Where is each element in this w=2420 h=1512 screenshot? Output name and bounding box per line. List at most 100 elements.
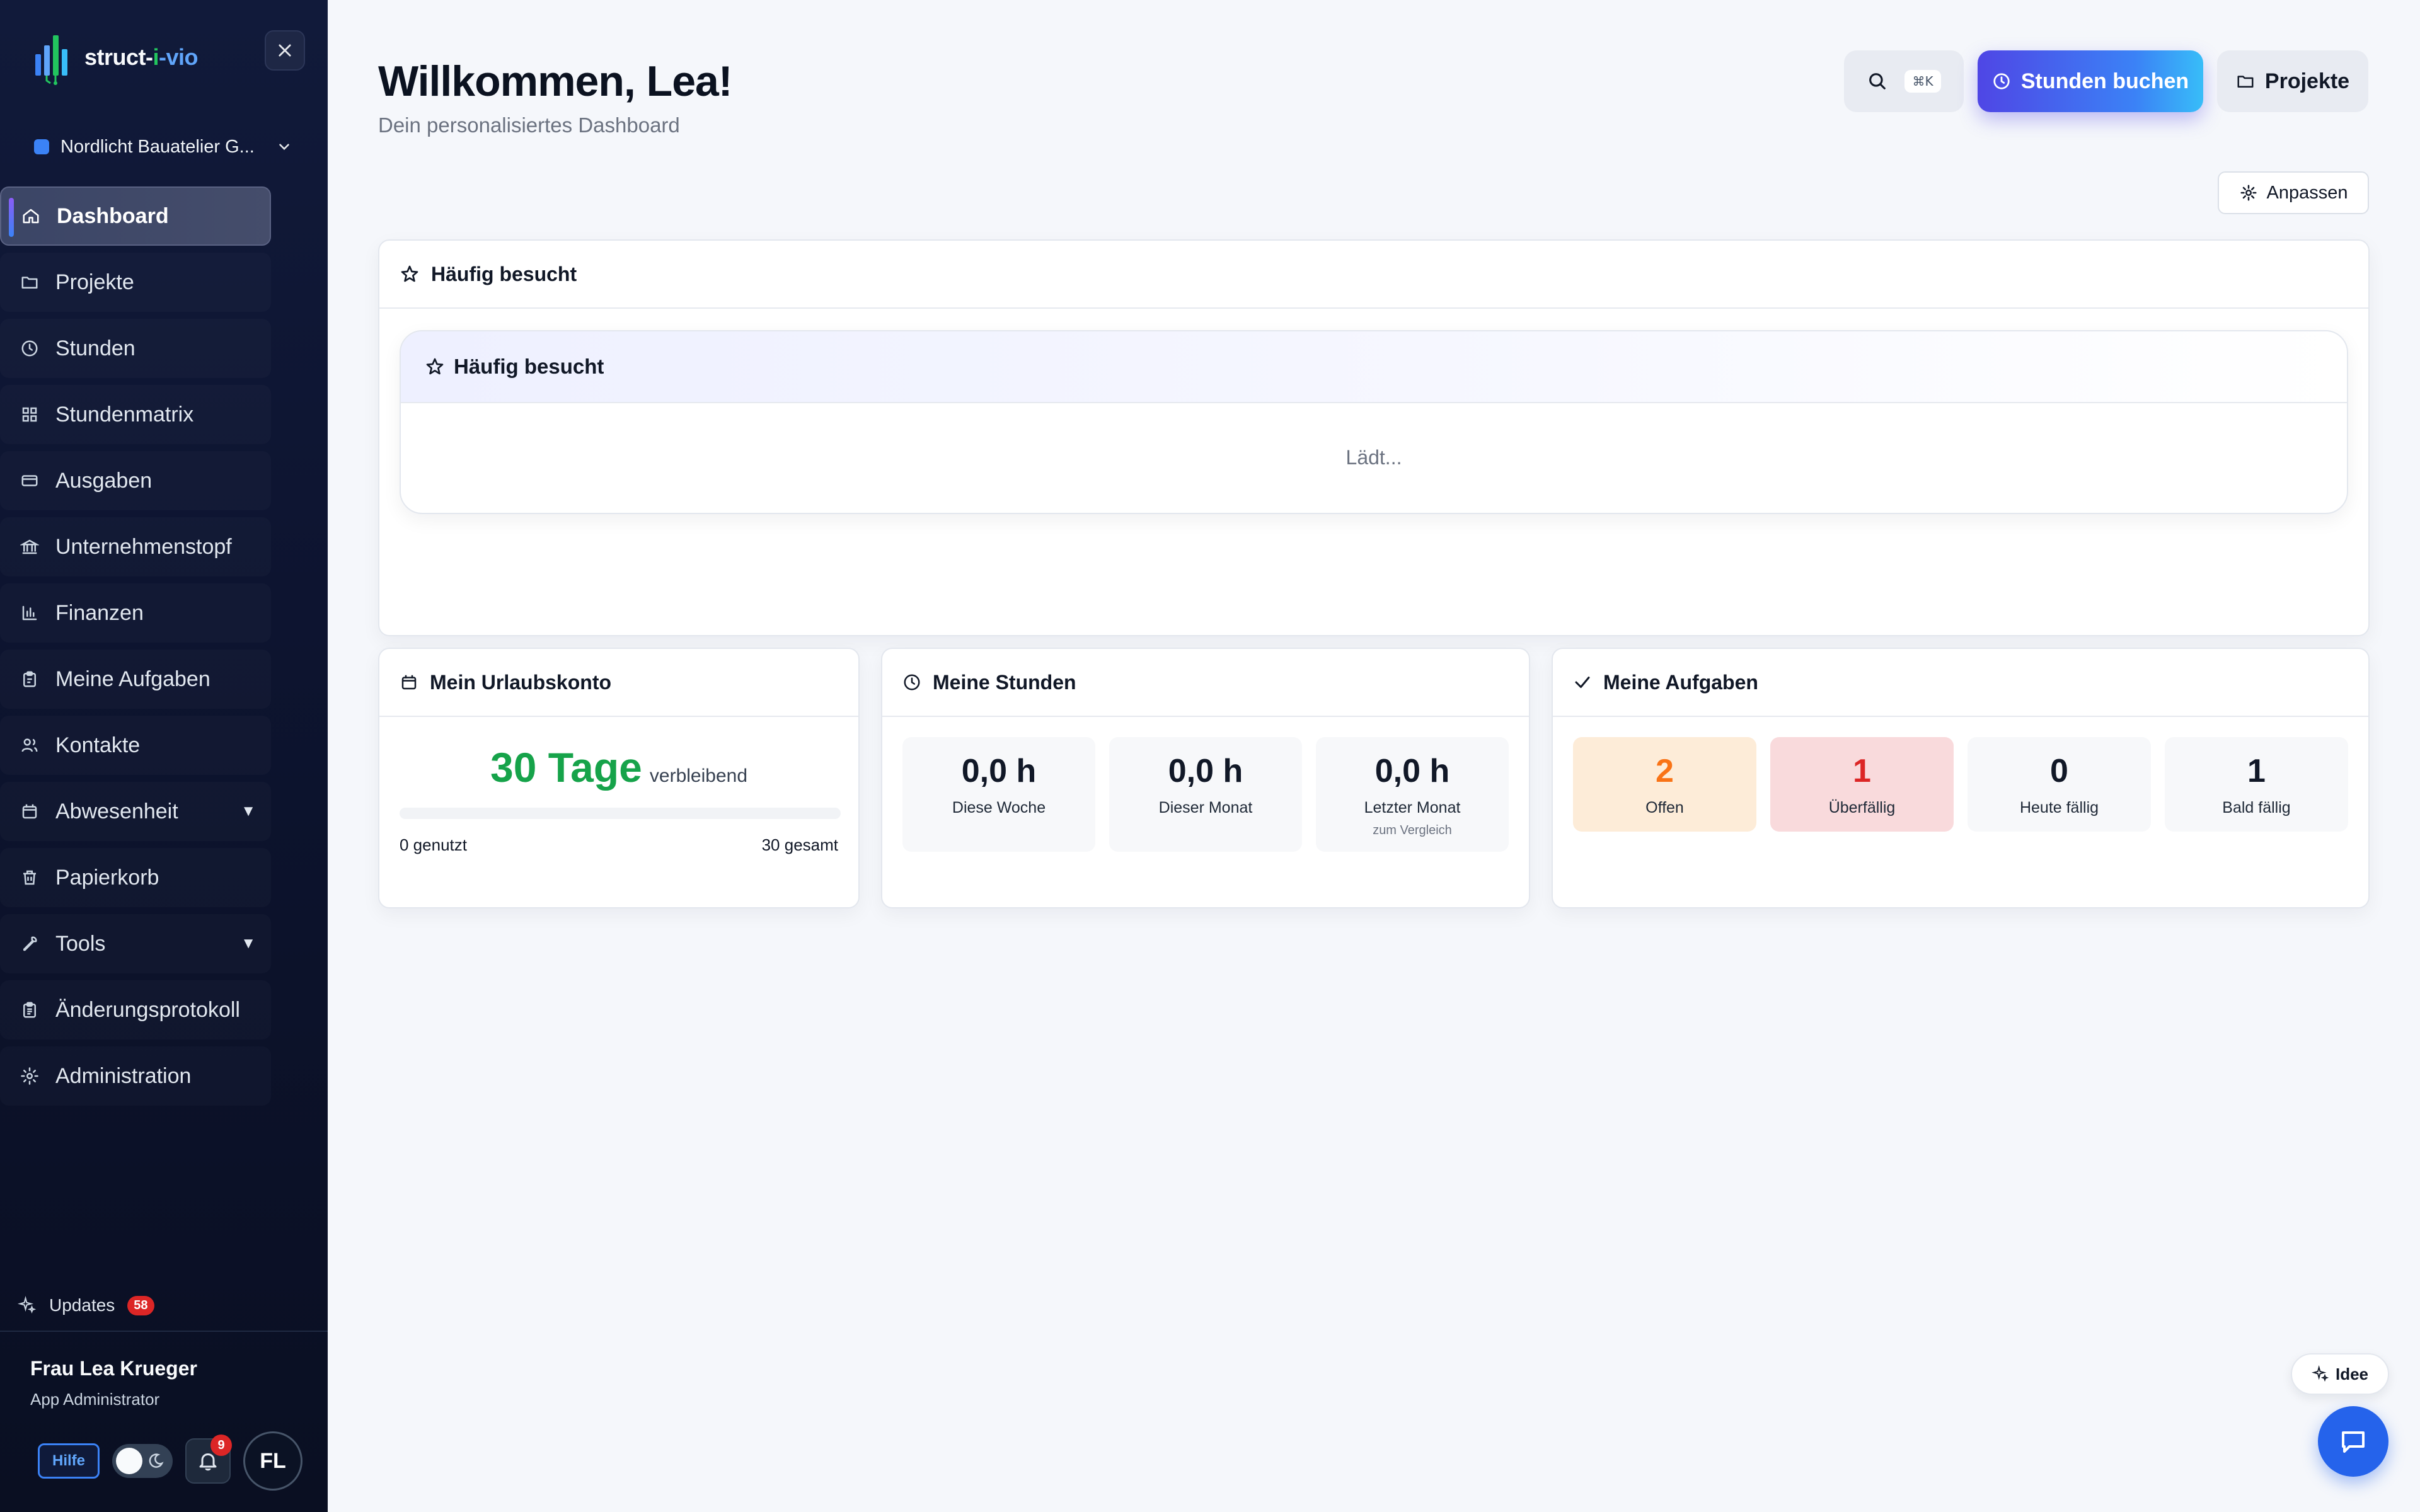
nav-label: Dashboard (57, 203, 169, 228)
clipboard-list-icon (20, 1000, 39, 1019)
stat-value: 1 (2247, 753, 2266, 789)
card-header: Meine Aufgaben (1553, 649, 2368, 717)
nav-item-tools[interactable]: Tools ▼ (0, 914, 271, 973)
home-icon (21, 207, 40, 226)
help-button[interactable]: Hilfe (38, 1443, 100, 1479)
customize-button[interactable]: Anpassen (2218, 171, 2369, 214)
chevron-down-icon (279, 144, 289, 151)
close-icon (279, 44, 291, 57)
check-icon (1575, 677, 1590, 688)
card-header: Meine Stunden (882, 649, 1529, 717)
stat-label: Letzter Monat (1364, 799, 1461, 816)
nav-item-finanzen[interactable]: Finanzen (0, 583, 271, 643)
vacation-used: 0 genutzt (400, 835, 467, 854)
stat-value: 1 (1853, 753, 1871, 789)
hours-this-week[interactable]: 0,0 h Diese Woche (902, 737, 1095, 852)
nav-item-stundenmatrix[interactable]: Stundenmatrix (0, 385, 271, 444)
expand-triangle-icon: ▼ (241, 803, 256, 820)
bank-icon (20, 537, 39, 556)
clock-icon (20, 339, 39, 358)
nav-label: Kontakte (55, 733, 141, 757)
calendar-icon (20, 802, 39, 821)
logo-icon (35, 35, 67, 85)
app-logo[interactable]: struct-i-vio (32, 29, 199, 86)
close-sidebar-button[interactable] (265, 30, 305, 71)
book-hours-button[interactable]: Stunden buchen (1978, 50, 2203, 112)
hours-last-month[interactable]: 0,0 h Letzter Monat zum Vergleich (1316, 737, 1509, 852)
page-title: Willkommen, Lea! (378, 57, 733, 105)
nav-item-abwesenheit[interactable]: Abwesenheit ▼ (0, 782, 271, 841)
stat-value: 0,0 h (961, 753, 1037, 789)
projects-label: Projekte (2264, 69, 2350, 93)
notifications-button[interactable]: 9 (185, 1435, 232, 1484)
vacation-remaining-days: 30 Tage (490, 744, 642, 791)
nav-label: Stunden (55, 336, 135, 360)
sidebar: struct-i-vio Nordlicht Bauatelier G... D… (0, 0, 328, 1512)
nav-label: Änderungsprotokoll (55, 997, 240, 1022)
folder-icon (20, 273, 39, 292)
nav-label: Projekte (55, 270, 134, 294)
stat-value: 0 (2050, 753, 2068, 789)
card-header: Mein Urlaubskonto (379, 649, 858, 717)
avatar[interactable]: FL (243, 1431, 302, 1491)
nav-item-meine-aufgaben[interactable]: Meine Aufgaben (0, 650, 271, 709)
nav-item-papierkorb[interactable]: Papierkorb (0, 848, 271, 907)
nav-item-administration[interactable]: Administration (0, 1046, 271, 1106)
clock-icon (904, 674, 920, 690)
hours-this-month[interactable]: 0,0 h Dieser Monat (1109, 737, 1302, 852)
customize-label: Anpassen (2266, 182, 2348, 203)
logo-text: struct-i-vio (84, 44, 199, 70)
updates-link[interactable]: Updates 58 (18, 1295, 154, 1315)
expand-triangle-icon: ▼ (241, 935, 256, 952)
updates-count-badge: 58 (127, 1295, 154, 1315)
theme-toggle[interactable] (112, 1444, 173, 1478)
star-icon (426, 358, 444, 375)
trash-icon (20, 868, 39, 887)
nav-item-ausgaben[interactable]: Ausgaben (0, 451, 271, 510)
loading-text: Lädt... (1345, 446, 1402, 469)
nav-label: Unternehmenstopf (55, 534, 232, 559)
stat-label: Dieser Monat (1158, 799, 1253, 816)
widget-header: Häufig besucht (401, 331, 2347, 403)
search-icon (1869, 73, 1886, 89)
nav-label: Administration (55, 1063, 192, 1088)
main-navigation: Dashboard Projekte Stunden Stundenmatrix… (0, 186, 271, 1113)
vacation-remaining-label: verbleibend (649, 765, 748, 786)
tasks-due-today[interactable]: 0 Heute fällig (1968, 737, 2151, 832)
clock-icon (1993, 73, 2010, 89)
tasks-overdue[interactable]: 1 Überfällig (1770, 737, 1954, 832)
search-button[interactable]: ⌘K (1844, 50, 1964, 112)
stat-label: Bald fällig (2222, 799, 2291, 816)
vacation-account-card: Mein Urlaubskonto 30 Tage verbleibend 0 g… (378, 648, 860, 908)
tasks-due-soon[interactable]: 1 Bald fällig (2165, 737, 2348, 832)
organization-name: Nordlicht Bauatelier G... (60, 136, 255, 157)
nav-item-stunden[interactable]: Stunden (0, 319, 271, 378)
card-title: Meine Aufgaben (1603, 670, 1758, 694)
gear-icon (2240, 185, 2256, 201)
nav-item-kontakte[interactable]: Kontakte (0, 716, 271, 775)
nav-item-projekte[interactable]: Projekte (0, 253, 271, 312)
stat-label: Überfällig (1828, 799, 1896, 816)
folder-icon (2237, 76, 2254, 88)
notification-count-badge: 9 (210, 1435, 232, 1456)
frequently-visited-widget: Häufig besucht Lädt... (400, 330, 2348, 514)
calendar-icon (401, 675, 417, 690)
tasks-open[interactable]: 2 Offen (1573, 737, 1756, 832)
idea-button[interactable]: Idee (2291, 1353, 2389, 1395)
card-title: Mein Urlaubskonto (430, 670, 612, 694)
main-content: Willkommen, Lea! Dein personalisiertes D… (328, 0, 2420, 1512)
organization-color-dot (34, 139, 49, 154)
nav-label: Papierkorb (55, 865, 159, 890)
nav-label: Finanzen (55, 600, 144, 625)
chat-button[interactable] (2318, 1406, 2388, 1477)
wrench-icon (20, 934, 39, 953)
nav-label: Ausgaben (55, 468, 153, 493)
nav-item-dashboard[interactable]: Dashboard (0, 186, 271, 246)
idea-label: Idee (2335, 1364, 2369, 1383)
projects-button[interactable]: Projekte (2217, 50, 2368, 112)
book-hours-label: Stunden buchen (2020, 69, 2189, 93)
nav-item-unternehmenstopf[interactable]: Unternehmenstopf (0, 517, 271, 576)
updates-label: Updates (49, 1295, 115, 1315)
organization-selector[interactable]: Nordlicht Bauatelier G... (34, 132, 292, 161)
nav-item-aenderungsprotokoll[interactable]: Änderungsprotokoll (0, 980, 271, 1040)
